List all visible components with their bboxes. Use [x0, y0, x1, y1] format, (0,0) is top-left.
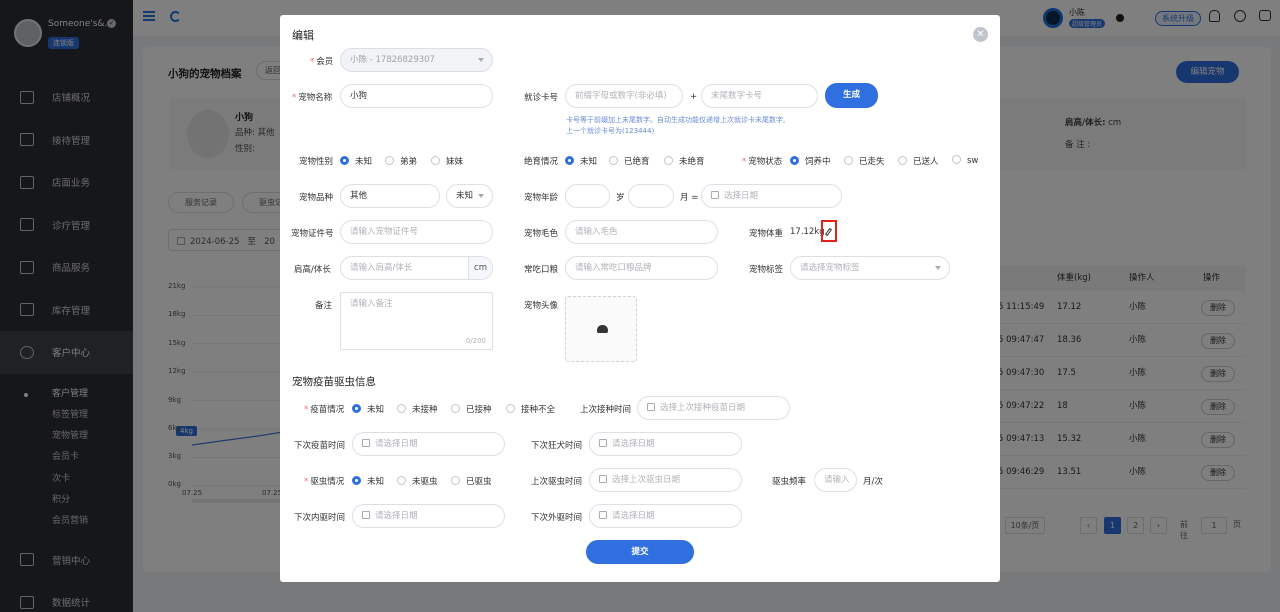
gender-label: 宠物性别	[299, 157, 334, 167]
vaccine-radio-not[interactable]: 未接种	[397, 403, 438, 415]
cloud-upload-icon	[597, 325, 608, 333]
pet-name-input[interactable]: 小狗	[340, 84, 493, 108]
next-outer-picker[interactable]: 请选择日期	[589, 504, 742, 528]
generate-button[interactable]: 生成	[825, 83, 878, 108]
member-label: 会员	[310, 55, 333, 67]
last-deworm-picker[interactable]: 选择上次驱虫日期	[589, 468, 742, 492]
birthdate-picker[interactable]: 选择日期	[701, 184, 842, 208]
deworm-freq-input[interactable]: 请输入	[814, 468, 857, 492]
next-inner-label: 下次内驱时间	[294, 513, 346, 523]
shoulder-input[interactable]: 请输入肩高/体长 cm	[340, 256, 493, 280]
deworm-freq-unit: 月/次	[863, 477, 883, 487]
vaccine-radio-unknown[interactable]: 未知	[352, 403, 384, 415]
avatar-label: 宠物头像	[524, 301, 559, 311]
deworm-radio-unknown[interactable]: 未知	[352, 475, 384, 487]
deworm-radio-done[interactable]: 已驱虫	[451, 475, 492, 487]
avatar-upload[interactable]	[565, 296, 637, 362]
close-icon[interactable]: ✕	[973, 27, 988, 42]
age-year-input[interactable]	[565, 184, 610, 208]
cert-input[interactable]: 请输入宠物证件号	[340, 220, 493, 244]
calendar-icon	[362, 439, 370, 447]
tag-label: 宠物标签	[749, 265, 784, 275]
breed-sub-select[interactable]: 未知	[446, 184, 493, 208]
next-vaccine-picker[interactable]: 请选择日期	[352, 432, 505, 456]
age-year-unit: 岁	[616, 193, 625, 203]
vaccine-section-title: 宠物疫苗驱虫信息	[292, 376, 376, 388]
remark-label: 备注	[315, 301, 333, 311]
sterile-label: 绝育情况	[524, 157, 559, 167]
caret-down-icon	[478, 194, 484, 198]
status-label: 宠物状态	[742, 155, 782, 167]
last-deworm-label: 上次驱虫时间	[531, 477, 583, 487]
card-suffix-input[interactable]: 末尾数字卡号	[701, 84, 818, 108]
shoulder-label: 肩高/体长	[294, 265, 331, 275]
calendar-icon	[599, 439, 607, 447]
edit-pet-dialog: 编辑 ✕ 会员 小陈 - 17826829307 宠物名称 小狗 就诊卡号 前缀…	[280, 15, 1000, 582]
cm-suffix: cm	[468, 257, 492, 279]
submit-button[interactable]: 提交	[586, 540, 694, 564]
remark-textarea[interactable]: 请输入备注 0/200	[340, 292, 493, 350]
status-radio-sw[interactable]: sw	[952, 155, 978, 166]
next-rabies-picker[interactable]: 请选择日期	[589, 432, 742, 456]
calendar-icon	[599, 511, 607, 519]
sterile-radio-unknown[interactable]: 未知	[565, 155, 597, 167]
food-label: 常吃口粮	[524, 265, 559, 275]
gender-radio-female[interactable]: 妹妹	[431, 155, 463, 167]
fur-label: 宠物毛色	[524, 229, 559, 239]
pet-name-label: 宠物名称	[292, 91, 332, 103]
sterile-radio-no[interactable]: 未绝育	[664, 155, 705, 167]
caret-down-icon	[478, 58, 484, 62]
remark-counter: 0/200	[465, 337, 486, 345]
member-select[interactable]: 小陈 - 17826829307	[340, 48, 493, 72]
status-radio-lost[interactable]: 已走失	[844, 155, 885, 167]
next-inner-picker[interactable]: 请选择日期	[352, 504, 505, 528]
cert-label: 宠物证件号	[291, 229, 334, 239]
fur-input[interactable]: 请输入毛色	[565, 220, 718, 244]
card-prefix-input[interactable]: 前缀字母或数字(非必填)	[565, 84, 683, 108]
last-vaccine-label: 上次接种时间	[580, 405, 632, 415]
next-vaccine-label: 下次疫苗时间	[294, 441, 346, 451]
card-hint: 卡号等于前缀加上末尾数字。自动生成功能仅递增上次就诊卡末尾数字, 上一个就诊卡号为…	[566, 116, 786, 135]
caret-down-icon	[935, 266, 941, 270]
breed-input[interactable]: 其他	[340, 184, 440, 208]
breed-label: 宠物品种	[299, 193, 334, 203]
tag-select[interactable]: 请选择宠物标签	[790, 256, 950, 280]
next-outer-label: 下次外驱时间	[531, 513, 583, 523]
pencil-icon	[824, 227, 833, 237]
edit-weight-button[interactable]	[821, 220, 837, 242]
sterile-radio-yes[interactable]: 已绝育	[609, 155, 650, 167]
food-input[interactable]: 请输入常吃口粮品牌	[565, 256, 718, 280]
deworm-radio-not[interactable]: 未驱虫	[397, 475, 438, 487]
vaccine-label: 疫苗情况	[304, 403, 344, 415]
weight-value: 17.12kg	[790, 227, 825, 237]
weight-label: 宠物体重	[749, 229, 784, 239]
dialog-title: 编辑	[292, 29, 314, 42]
age-month-input[interactable]	[628, 184, 674, 208]
status-radio-keeping[interactable]: 饲养中	[790, 155, 831, 167]
gender-radio-unknown[interactable]: 未知	[340, 155, 372, 167]
calendar-icon	[711, 191, 719, 199]
last-vaccine-picker[interactable]: 选择上次接种疫苗日期	[637, 396, 790, 420]
calendar-icon	[647, 403, 655, 411]
age-label: 宠物年龄	[524, 193, 559, 203]
card-plus: +	[690, 92, 698, 102]
card-no-label: 就诊卡号	[524, 93, 559, 103]
calendar-icon	[362, 511, 370, 519]
age-month-unit: 月 =	[680, 193, 699, 203]
gender-radio-male[interactable]: 弟弟	[385, 155, 417, 167]
vaccine-radio-partial[interactable]: 接种不全	[506, 403, 555, 415]
vaccine-radio-done[interactable]: 已接种	[451, 403, 492, 415]
status-radio-given[interactable]: 已送人	[898, 155, 939, 167]
calendar-icon	[599, 475, 607, 483]
deworm-label: 驱虫情况	[304, 475, 344, 487]
deworm-freq-label: 驱虫频率	[772, 477, 807, 487]
next-rabies-label: 下次狂犬时间	[531, 441, 583, 451]
